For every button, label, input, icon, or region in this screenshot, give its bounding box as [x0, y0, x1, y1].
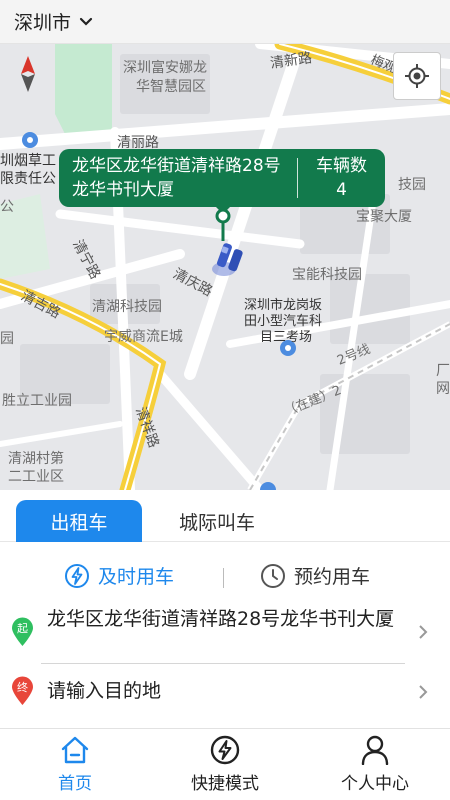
map-poi-label: 胜立工业园 — [2, 393, 72, 409]
vehicle-count-label: 车辆数 — [316, 156, 367, 176]
taxi-car-icon — [212, 243, 243, 276]
vehicle-count-value: 4 — [336, 180, 347, 200]
map-poi-label: 技园 — [398, 177, 426, 193]
start-marker-icon: 起 — [12, 617, 33, 646]
map-poi-label: 园 — [0, 331, 14, 347]
map-poi-label: 清湖科技园 — [92, 299, 162, 315]
ride-mode-selector: 及时用车 预约用车 — [0, 556, 450, 600]
map-poi-label: 宇威商流E城 — [104, 329, 183, 345]
home-icon — [61, 736, 89, 764]
city-selector[interactable]: 深圳市 — [0, 0, 450, 44]
nav-home[interactable]: 首页 — [0, 735, 150, 794]
crosshair-icon — [405, 64, 429, 88]
bubble-address: 龙华区龙华街道清祥路28号龙华书刊大厦 — [72, 156, 281, 200]
destination-row[interactable]: 终 请输入目的地 — [0, 672, 450, 712]
map-poi-label: 目三考场 — [260, 330, 313, 345]
compass-icon[interactable] — [16, 54, 40, 94]
location-pin-icon — [215, 208, 231, 241]
map-poi-label: 清湖村第 — [8, 451, 64, 467]
mode-divider — [223, 568, 224, 588]
nav-home-label: 首页 — [58, 774, 92, 794]
map-poi-label: 厂 — [436, 363, 450, 379]
vehicle-count: 车辆数 4 — [298, 154, 385, 202]
map-poi-label: 圳烟草工 — [0, 153, 56, 169]
nav-quick-label: 快捷模式 — [191, 774, 259, 794]
nav-quick-mode[interactable]: 快捷模式 — [150, 735, 300, 794]
lightning-icon — [65, 563, 89, 588]
locate-button[interactable] — [393, 52, 441, 100]
map-view[interactable]: 深圳富安娜龙 华智慧园区 清新路 梅观高速 清丽路 圳烟草工 限责任公 技园 宝… — [0, 44, 450, 490]
mode-book-button[interactable]: 预约用车 — [260, 562, 370, 589]
map-poi-label: 网 — [436, 381, 450, 397]
destination-marker-text: 终 — [17, 680, 28, 694]
map-poi-label: 宝能科技园 — [292, 267, 362, 283]
map-poi-label: 二工业区 — [8, 469, 64, 485]
chevron-down-icon — [79, 17, 93, 26]
map-poi-label: 华智慧园区 — [136, 79, 206, 95]
map-poi-label: 宝聚大厦 — [356, 209, 412, 225]
lightning-circle-icon — [210, 735, 240, 765]
chevron-right-icon — [419, 625, 428, 639]
mode-now-label: 及时用车 — [98, 566, 175, 588]
service-tabs: 出租车 城际叫车 — [0, 490, 450, 542]
nav-profile[interactable]: 个人中心 — [300, 735, 450, 794]
destination-marker-icon: 终 — [12, 676, 33, 705]
start-location-row[interactable]: 起 龙华区龙华街道清祥路28号龙华书刊大厦 — [0, 604, 450, 662]
map-poi-label: 深圳富安娜龙 — [123, 60, 207, 76]
tab-intercity[interactable]: 城际叫车 — [156, 500, 278, 542]
clock-icon — [261, 563, 285, 588]
start-address: 龙华区龙华街道清祥路28号龙华书刊大厦 — [47, 608, 395, 630]
tab-taxi[interactable]: 出租车 — [16, 500, 142, 542]
mode-now-button[interactable]: 及时用车 — [64, 562, 174, 589]
city-name: 深圳市 — [14, 12, 72, 34]
address-divider — [41, 663, 405, 664]
mode-book-label: 预约用车 — [294, 566, 371, 588]
start-marker-text: 起 — [17, 622, 28, 635]
nav-profile-label: 个人中心 — [341, 774, 409, 794]
map-poi-label: 限责任公 — [0, 171, 56, 187]
chevron-right-icon — [419, 685, 428, 699]
location-info-bubble[interactable]: 龙华区龙华街道清祥路28号龙华书刊大厦 车辆数 4 — [59, 149, 385, 207]
bottom-navigation: 首页 快捷模式 个人中心 — [0, 728, 450, 800]
destination-input[interactable]: 请输入目的地 — [47, 678, 407, 704]
map-poi-label: 公 — [0, 199, 14, 215]
user-icon — [361, 735, 389, 765]
